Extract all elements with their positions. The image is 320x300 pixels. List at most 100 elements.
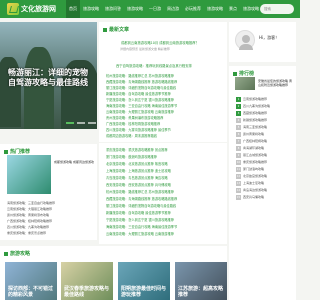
travel-guide-panel: 旅游攻略 探访西部：不可错过的精彩风景 武汉春季旅游攻略与最佳路线 阳朔旅游最佳…	[0, 246, 227, 300]
recommend-row[interactable]: 海南旅游攻略：三亚自由行攻略推荐	[7, 201, 93, 205]
ranking-row[interactable]: 5 海南三亚旅游攻略	[236, 125, 294, 130]
nav-item-home[interactable]: 首页	[66, 0, 80, 18]
article-row-text: 云南旅游攻略：大理丽江旅游攻略 云南旅游推荐	[106, 110, 174, 114]
nav-item-guides-4[interactable]: 旅游攻略	[240, 0, 262, 18]
recommend-row[interactable]: 广西旅游攻略：桂林阳朔攻略推荐	[7, 219, 93, 223]
section-icon	[4, 149, 8, 154]
ranking-row[interactable]: 4 新疆旅游攻略推荐	[236, 118, 294, 123]
slider-dot[interactable]	[88, 122, 96, 124]
article-row[interactable]: 宁夏旅游攻略：怎么到达宁夏 银川旅游攻略推荐	[106, 217, 224, 223]
rank-number: 9	[236, 153, 241, 158]
article-row[interactable]: 新疆旅游攻略：自驾游攻略 最佳旅游季节推荐	[106, 210, 224, 216]
article-row[interactable]: 西藏旅游攻略：青海湖路线推荐 旅游攻略路线推荐	[106, 196, 224, 202]
ranking-row-text: 新疆旅游攻略推荐	[243, 118, 268, 122]
article-row[interactable]: 海南旅游攻略：三亚自由行攻略 海南最佳旅游季节	[106, 224, 224, 230]
slider-dot-active[interactable]	[66, 122, 74, 124]
rank-number: 2	[236, 104, 241, 109]
article-row[interactable]: 厦门旅游攻略：鼓浪屿旅游攻略推荐	[106, 154, 224, 160]
guide-card[interactable]: 江苏旅游：超高攻略推荐	[175, 262, 227, 300]
guide-card-caption: 江苏旅游：超高攻略推荐	[178, 286, 224, 298]
rank-number: 5	[236, 125, 241, 130]
nav-item-day-trip[interactable]: 一日游	[146, 0, 164, 18]
guide-card[interactable]: 阳朔旅游最佳时间与游玩推荐	[118, 262, 170, 300]
featured-article-link-2[interactable]: 西宁自驾旅游攻略：推荐玩到线路景点及其行程安排	[116, 63, 192, 68]
ranking-row[interactable]: 9 丽江古城旅游攻略	[236, 153, 294, 158]
rank-number: 3	[236, 111, 241, 116]
article-row-text: 杭州旅游攻略：路线推荐汇总 苏州旅游攻略推荐	[106, 74, 174, 78]
ranking-row[interactable]: 12 北京故宫旅游攻略	[236, 174, 294, 179]
article-row-text: 成都周边旅游攻略：周末游推荐路线	[106, 134, 157, 138]
ranking-row[interactable]: 14 青岛海边旅游攻略	[236, 188, 294, 193]
article-row-text: 海南旅游攻略：三亚自由行攻略 海南最佳旅游季节	[106, 225, 178, 229]
hero-title-line-2: 自驾游攻略与最佳路线	[8, 78, 88, 87]
ranking-row[interactable]: 10 重庆旅游攻略推荐	[236, 160, 294, 165]
hero-title-line-1: 畅游丽江：详细的宠物	[8, 68, 88, 77]
article-row[interactable]: 丽江旅游攻略：详细的宠物自驾游攻略与最佳路线	[106, 203, 224, 209]
site-logo[interactable]: 文化旅游网	[7, 2, 59, 16]
section-icon	[233, 71, 237, 76]
featured-article-link[interactable]: 成都到云南旅游攻略10月 成都到云南旅游攻略推荐？	[121, 40, 199, 45]
ranking-row[interactable]: 6 贵州黄果树攻略	[236, 132, 294, 137]
nav-item-guides-2[interactable]: 旅游攻略	[124, 0, 146, 18]
rank-number: 7	[236, 139, 241, 144]
ranking-row-text: 广西桂林阳朔攻略	[243, 139, 268, 143]
article-row[interactable]: 杭州旅游攻略：路线推荐汇总 苏州旅游攻略推荐	[106, 189, 224, 195]
guide-card-caption: 阳朔旅游最佳时间与游玩推荐	[121, 286, 167, 298]
ranking-row-text: 西藏旅游攻略推荐	[243, 111, 268, 115]
nav-item-guides-3[interactable]: 旅游攻略	[204, 0, 226, 18]
ranking-row[interactable]: 11 厦门鼓浪屿攻略	[236, 167, 294, 172]
article-row-text: 广西旅游攻略：桂林阳朔旅游攻略推荐	[106, 122, 161, 126]
article-row-text: 西藏旅游攻略：青海湖路线推荐 旅游攻略路线推荐	[106, 80, 178, 84]
ranking-row[interactable]: 3 西藏旅游攻略推荐	[236, 111, 294, 116]
article-row-text: 宁夏旅游攻略：怎么到达宁夏 银川旅游攻略推荐	[106, 218, 174, 222]
article-row[interactable]: 上海旅游攻略：上海旅游景点推荐 迪士尼攻略	[106, 168, 224, 174]
article-row[interactable]: 重庆旅游攻略：重庆旅游攻略推荐 景点推荐	[106, 147, 224, 153]
ranking-row[interactable]: 1 云南旅游攻略推荐	[236, 97, 294, 102]
article-row[interactable]: 西安旅游攻略：西安旅游景点推荐 兵马俑攻略	[106, 182, 224, 188]
ranking-thumbnail[interactable]	[235, 77, 255, 90]
ranking-row[interactable]: 7 广西桂林阳朔攻略	[236, 139, 294, 144]
user-panel: Hi，游客！	[229, 22, 296, 62]
article-row[interactable]: 青岛旅游攻略：青岛旅游景点推荐 海边攻略	[106, 175, 224, 181]
rank-number: 10	[236, 160, 241, 165]
article-row-text: 西藏旅游攻略：青海湖路线推荐 旅游攻略路线推荐	[106, 197, 178, 201]
rank-number: 11	[236, 167, 241, 172]
ranking-row[interactable]: 15 西安兵马俑攻略	[236, 195, 294, 200]
guide-card[interactable]: 武汉春季旅游攻略与最佳路线	[61, 262, 113, 300]
ranking-row[interactable]: 8 青海湖环湖攻略	[236, 146, 294, 151]
ranking-row[interactable]: 2 四川九寨沟旅游攻略	[236, 104, 294, 109]
nav-item-scenic[interactable]: 景点	[226, 0, 240, 18]
hero-slider[interactable]: 畅游丽江：详细的宠物 自驾游攻略与最佳路线	[0, 22, 97, 129]
article-row[interactable]: 北京旅游攻略：北京旅游景点推荐 故宫攻略	[106, 161, 224, 167]
avatar[interactable]	[235, 30, 255, 50]
latest-articles-title: 最新文章	[101, 26, 129, 33]
slider-dot[interactable]	[77, 122, 85, 124]
hot-recommend-panel: 热门推荐 成都旅游攻略 成都周边旅游攻略推荐 海南旅游攻略：三亚自由行攻略推荐 …	[0, 144, 97, 240]
recommend-top-story[interactable]: 成都旅游攻略 成都周边旅游攻略推荐	[54, 160, 94, 164]
ranking-row-text: 海南三亚旅游攻略	[243, 125, 268, 129]
article-row[interactable]: 云南旅游攻略：大理丽江旅游攻略 云南旅游推荐	[106, 231, 224, 237]
nav-item-nearby[interactable]: 周边游	[164, 0, 182, 18]
search-box[interactable]: 搜索	[260, 4, 294, 14]
hero-title[interactable]: 畅游丽江：详细的宠物 自驾游攻略与最佳路线	[8, 68, 92, 88]
guide-card[interactable]: 探访西部：不可错过的精彩风景	[5, 262, 57, 300]
recommend-row[interactable]: 重庆旅游攻略：重庆景点推荐	[7, 231, 93, 235]
article-row-text: 上海旅游攻略：上海旅游景点推荐 迪士尼攻略	[106, 169, 171, 173]
recommend-thumbnail[interactable]	[7, 155, 51, 194]
article-row-text: 厦门旅游攻略：鼓浪屿旅游攻略推荐	[106, 155, 157, 159]
nav-item-guides[interactable]: 旅游攻略	[80, 0, 102, 18]
section-icon	[4, 251, 8, 256]
recommend-row[interactable]: 四川旅游攻略：九寨沟攻略推荐	[7, 225, 93, 229]
ranking-row-text: 贵州黄果树攻略	[243, 132, 265, 136]
recommend-row[interactable]: 云南旅游攻略：大理丽江攻略推荐	[7, 207, 93, 211]
ranking-row[interactable]: 13 上海迪士尼攻略	[236, 181, 294, 186]
article-row[interactable]: 成都周边旅游攻略：周末游推荐路线	[106, 133, 224, 139]
ranking-row-text: 重庆旅游攻略推荐	[243, 160, 268, 164]
nav-item-qa[interactable]: 旅游问答	[102, 0, 124, 18]
rank-number: 14	[236, 188, 241, 193]
article-row-text: 四川旅游攻略：九寨沟旅游攻略推荐 最佳季节	[106, 128, 171, 132]
ranking-title: 排行榜	[231, 70, 254, 77]
recommend-row[interactable]: 贵州旅游攻略：黄果树瀑布攻略	[7, 213, 93, 217]
ranking-top-story[interactable]: 安徽省最佳的旅游攻略 黄山和附近旅游攻略推荐	[258, 79, 294, 87]
nav-item-recommend[interactable]: 必玩推荐	[182, 0, 204, 18]
